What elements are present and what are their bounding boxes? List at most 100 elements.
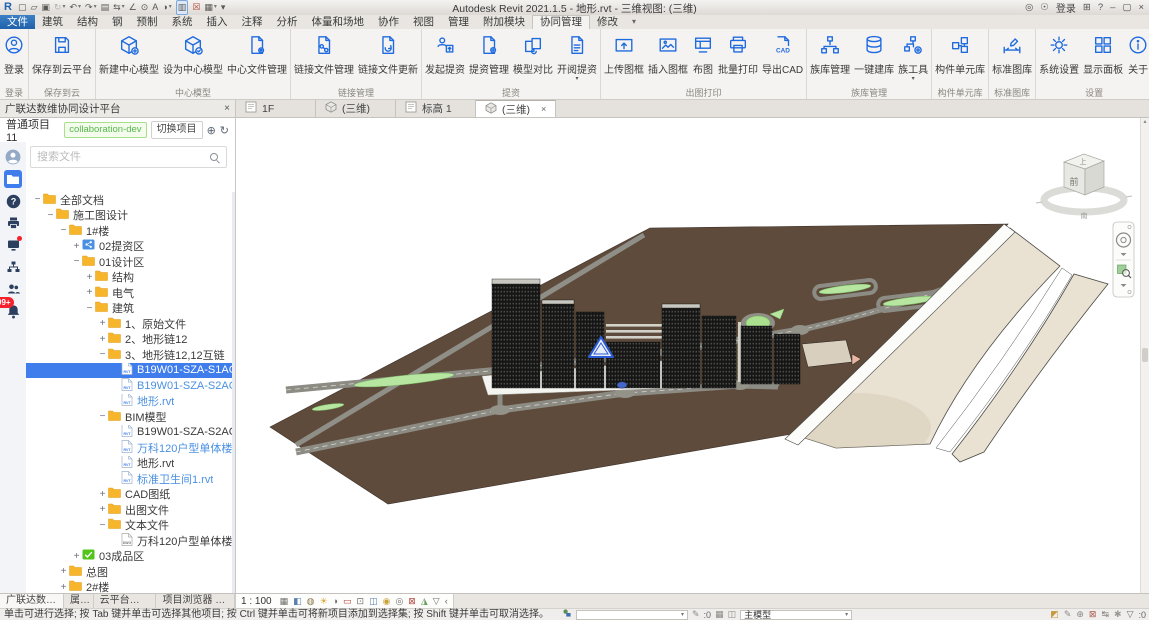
ribbon-tab-修改[interactable]: 修改 <box>590 15 625 29</box>
tree-toggle-icon[interactable]: + <box>71 241 82 252</box>
docked-tab-广联达数维协同设计平台[interactable]: 广联达数维协同设计平台 <box>0 594 64 608</box>
构件单元库-button[interactable]: 构件单元库 <box>933 31 987 77</box>
tree-file-row[interactable]: RVT地形.rvt <box>26 394 235 410</box>
design-option-icon-0[interactable]: ▦ <box>715 609 724 620</box>
tree-toggle-icon[interactable]: − <box>32 194 43 205</box>
default-3d-view-icon[interactable]: ◑▾ <box>162 1 171 14</box>
navigation-bar[interactable] <box>1113 222 1134 297</box>
tree-folder-row[interactable]: −01设计区 <box>26 254 235 270</box>
布图-button[interactable]: 布图 <box>690 31 716 77</box>
default-3d-view-icon-caret[interactable]: ▾ <box>169 1 172 14</box>
tree-toggle-icon[interactable]: + <box>97 334 108 345</box>
sun-path-icon[interactable]: ☀ <box>319 595 327 608</box>
tree-toggle-icon[interactable]: − <box>58 225 69 236</box>
开阅提资-button[interactable]: 开阅提资▾ <box>555 31 599 83</box>
viewcube-front-label[interactable]: 前 <box>1069 176 1078 187</box>
链接文件更新-button[interactable]: 链接文件更新 <box>356 31 420 77</box>
revit-logo[interactable]: R <box>4 1 12 14</box>
docked-tab-属性[interactable]: 属性 <box>64 594 94 608</box>
tree-file-row[interactable]: RVT标准卫生间1.rvt <box>26 471 235 487</box>
active-workset-select[interactable]: ▾ <box>576 610 688 620</box>
一键建库-button[interactable]: 一键建库 <box>852 31 896 77</box>
reveal-hidden-icon[interactable]: ◉ <box>383 595 391 608</box>
visual-style-icon[interactable]: ◍ <box>307 595 315 608</box>
scrollbar-thumb[interactable] <box>1142 348 1148 362</box>
viewcube-top-label[interactable]: 上 <box>1080 157 1087 166</box>
插入图框-button[interactable]: 插入图框 <box>646 31 690 77</box>
search-icon[interactable] <box>209 152 220 163</box>
printer-icon[interactable] <box>4 214 22 232</box>
上传图框-button[interactable]: 上传图框 <box>602 31 646 77</box>
transfer-icon[interactable]: ⇆▾ <box>113 1 125 14</box>
pin-toggle-icon[interactable]: ↹ <box>1101 609 1109 620</box>
text-icon[interactable]: A <box>152 1 158 14</box>
ribbon-tab-附加模块[interactable]: 附加模块 <box>476 15 532 29</box>
view-tab-(三维)[interactable]: (三维)× <box>476 100 556 117</box>
tree-toggle-icon[interactable]: + <box>97 318 108 329</box>
press-drag-icon[interactable]: ⊠ <box>1089 609 1097 620</box>
customize-qat-icon[interactable]: ▾ <box>221 1 226 14</box>
tree-folder-row[interactable]: +2、地形链12 <box>26 332 235 348</box>
docked-tab-项目浏览器 - 地形[interactable]: 项目浏览器 - 地形 <box>156 594 235 608</box>
viewcube[interactable]: 上 前 南 <box>1036 154 1132 220</box>
app-store-icon[interactable]: ⊞ <box>1083 2 1091 13</box>
collapse-view-bar-icon[interactable]: ‹ <box>445 595 448 608</box>
tree-folder-row[interactable]: +1、原始文件 <box>26 316 235 332</box>
tree-folder-row[interactable]: +CAD图纸 <box>26 487 235 503</box>
tree-toggle-icon[interactable]: + <box>84 272 95 283</box>
登录-button[interactable]: 登录 <box>1 31 27 77</box>
族工具-button[interactable]: 族工具▾ <box>896 31 930 83</box>
tree-folder-row[interactable]: −3、地形链12,12互链 <box>26 347 235 363</box>
ribbon-tab-视图[interactable]: 视图 <box>406 15 441 29</box>
filter-icon[interactable]: ▽ <box>1127 609 1134 620</box>
site-marker[interactable] <box>617 382 627 388</box>
ribbon-tab-系统[interactable]: 系统 <box>165 15 200 29</box>
保存到云平台-button[interactable]: 保存到云平台 <box>30 31 94 77</box>
ribbon-tab-文件[interactable]: 文件 <box>0 15 35 29</box>
ribbon-tab-分析[interactable]: 分析 <box>270 15 305 29</box>
ribbon-tab-建筑[interactable]: 建筑 <box>35 15 70 29</box>
canvas-scrollbar[interactable]: ▴ <box>1140 118 1149 593</box>
close-icon[interactable]: × <box>1138 2 1144 13</box>
tree-folder-row[interactable]: +03成品区 <box>26 549 235 565</box>
background-process-icon[interactable]: ✱ <box>1114 609 1122 620</box>
tree-scrollbar[interactable] <box>232 192 235 593</box>
新建中心模型-button[interactable]: 新建中心模型 <box>97 31 161 77</box>
minimize-icon[interactable]: – <box>1110 2 1115 13</box>
switch-view-icon[interactable]: ▦▾ <box>204 1 217 14</box>
search-input[interactable] <box>37 151 209 163</box>
documents-icon[interactable] <box>4 170 22 188</box>
tree-folder-row[interactable]: +电气 <box>26 285 235 301</box>
模型对比-button[interactable]: 模型对比 <box>511 31 555 77</box>
design-option-icon-1[interactable]: ◫ <box>728 609 737 620</box>
login-label[interactable]: 登录 <box>1056 0 1076 15</box>
tree-file-row[interactable]: RVTB19W01-SZA-S1AG-AR-N <box>26 363 235 379</box>
系统设置-button[interactable]: 系统设置 <box>1037 31 1081 77</box>
tree-toggle-icon[interactable]: − <box>97 411 108 422</box>
tree-folder-row[interactable]: +02提资区 <box>26 239 235 255</box>
scroll-up-icon[interactable]: ▴ <box>1143 119 1146 125</box>
tree-folder-row[interactable]: +出图文件 <box>26 502 235 518</box>
crop-view-icon[interactable]: ▭ <box>343 595 352 608</box>
tree-file-row[interactable]: RVTB19W01-SZA-S2AG-AR-N <box>26 425 235 441</box>
view-tab-1F[interactable]: 1F <box>236 100 316 117</box>
ribbon-tab-协作[interactable]: 协作 <box>371 15 406 29</box>
print-icon[interactable]: ▤ <box>101 1 110 14</box>
tree-folder-row[interactable]: −文本文件 <box>26 518 235 534</box>
sync-with-central-icon[interactable]: ↻▾ <box>54 1 66 14</box>
drawing-area[interactable]: 上 前 南 <box>236 118 1149 593</box>
ribbon-tab-钢[interactable]: 钢 <box>105 15 130 29</box>
tree-toggle-icon[interactable]: + <box>71 551 82 562</box>
tree-toggle-icon[interactable]: + <box>58 582 69 593</box>
measure-icon[interactable]: ∠ <box>129 1 137 14</box>
exclude-options-icon[interactable]: ⊕ <box>1076 609 1084 620</box>
ribbon-tab-插入[interactable]: 插入 <box>200 15 235 29</box>
hide-analytical-icon[interactable]: ⊠ <box>408 595 416 608</box>
monitor-alert-icon[interactable] <box>4 236 22 254</box>
editing-requests-icon[interactable]: ✎ <box>692 609 700 620</box>
ribbon-tab-协同管理[interactable]: 协同管理 <box>532 15 590 29</box>
open-icon[interactable]: ▱ <box>30 1 37 14</box>
标准图库-button[interactable]: 标准图库 <box>990 31 1034 77</box>
tree-toggle-icon[interactable]: + <box>97 489 108 500</box>
help-icon[interactable]: ? <box>1098 2 1103 13</box>
